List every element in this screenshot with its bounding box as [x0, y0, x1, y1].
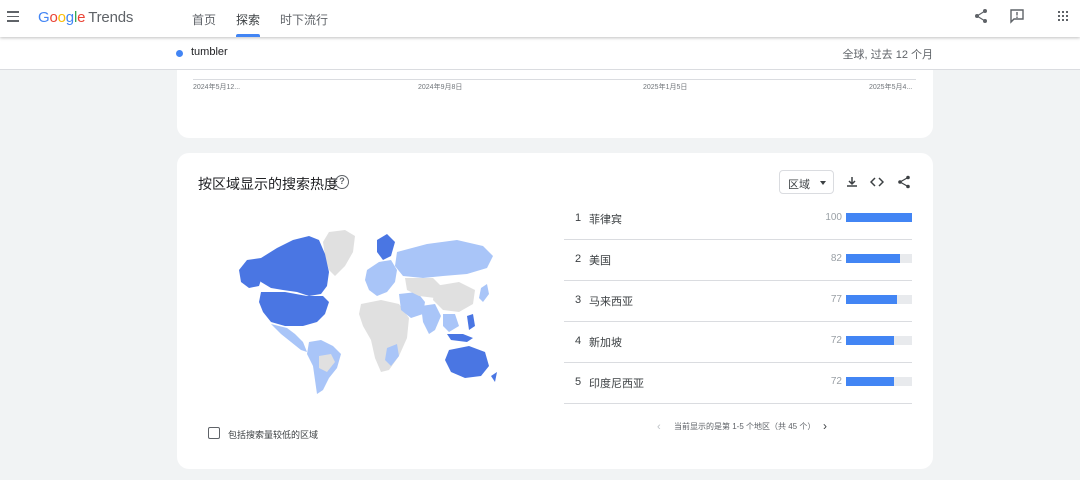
nav-trending-now[interactable]: 时下流行 — [280, 0, 328, 37]
chevron-left-icon[interactable]: ‹ — [657, 421, 665, 433]
main-nav: 首页 探索 时下流行 — [192, 0, 348, 37]
rank-number: 4 — [575, 335, 582, 347]
region-name[interactable]: 新加坡 — [589, 334, 622, 350]
timeline-x-label: 2024年5月12... — [193, 84, 241, 91]
map-region-japan[interactable] — [479, 284, 489, 302]
low-volume-checkbox[interactable] — [208, 427, 220, 439]
map-region-russia[interactable] — [395, 240, 493, 278]
region-name[interactable]: 马来西亚 — [589, 293, 633, 309]
map-region-australia[interactable] — [445, 346, 489, 378]
list-item[interactable]: 2 美国 82 — [564, 240, 912, 281]
embed-code-icon[interactable] — [870, 175, 884, 189]
help-circle-icon[interactable]: ? — [335, 175, 349, 189]
list-item[interactable]: 4 新加坡 72 — [564, 322, 912, 363]
list-item[interactable]: 3 马来西亚 77 — [564, 281, 912, 322]
score-bar-track — [846, 377, 912, 386]
ranking-pagination: ‹ 当前显示的是第 1-5 个地区（共 45 个） › — [653, 419, 843, 435]
share-icon[interactable] — [897, 175, 911, 189]
region-name[interactable]: 菲律宾 — [589, 211, 622, 227]
region-score: 72 — [830, 376, 842, 387]
map-region-philippines[interactable] — [467, 314, 475, 330]
map-region-india[interactable] — [421, 304, 441, 334]
logo-google-text: Google — [38, 9, 86, 26]
caret-down-icon — [820, 181, 826, 185]
menu-icon[interactable] — [7, 11, 20, 23]
comparison-bar: tumbler 全球, 过去 12 个月 — [0, 37, 1080, 70]
list-item[interactable]: 5 印度尼西亚 72 — [564, 363, 912, 404]
nav-explore[interactable]: 探索 — [236, 0, 261, 37]
score-bar-track — [846, 213, 912, 222]
map-region-canada[interactable] — [255, 236, 329, 296]
rank-number: 2 — [575, 253, 582, 265]
map-region-new-zealand[interactable] — [491, 372, 497, 382]
low-volume-label[interactable]: 包括搜索量较低的区域 — [228, 428, 318, 441]
timeline-x-label: 2025年1月5日 — [643, 84, 688, 91]
logo-trends-text: Trends — [88, 9, 134, 26]
download-icon[interactable] — [845, 175, 859, 189]
region-ranking-list: 1 菲律宾 100 2 美国 82 3 马来西亚 77 4 新加坡 72 5 印… — [564, 199, 912, 404]
map-region-europe[interactable] — [365, 260, 397, 296]
term-color-dot — [176, 50, 183, 57]
google-trends-logo[interactable]: Google Trends — [38, 9, 133, 26]
rank-number: 1 — [575, 212, 582, 224]
score-bar-fill — [846, 336, 894, 345]
map-region-mexico[interactable] — [271, 324, 307, 352]
list-item[interactable]: 1 菲律宾 100 — [564, 199, 912, 240]
score-bar-fill — [846, 213, 912, 222]
region-score: 100 — [825, 212, 842, 223]
region-score: 72 — [830, 335, 842, 346]
timeline-x-label: 2025年5月4... — [869, 84, 913, 91]
timeline-x-label: 2024年9月8日 — [418, 84, 463, 91]
top-app-bar: Google Trends 首页 探索 时下流行 — [0, 0, 1080, 37]
resolution-select[interactable]: 区域 — [779, 170, 834, 194]
feedback-icon[interactable] — [1009, 8, 1025, 24]
search-term-label[interactable]: tumbler — [191, 46, 228, 58]
region-score: 82 — [830, 253, 842, 264]
score-bar-track — [846, 254, 912, 263]
share-icon[interactable] — [973, 8, 989, 24]
score-bar-fill — [846, 254, 901, 263]
score-bar-fill — [846, 377, 894, 386]
apps-grid-icon[interactable] — [1055, 8, 1071, 24]
scope-label[interactable]: 全球, 过去 12 个月 — [843, 46, 933, 62]
region-card-title: 按区域显示的搜索热度 — [198, 176, 338, 192]
nav-home[interactable]: 首页 — [192, 0, 216, 37]
region-name[interactable]: 美国 — [589, 252, 611, 268]
map-region-africa[interactable] — [359, 300, 409, 372]
chevron-right-icon[interactable]: › — [823, 419, 831, 433]
map-region-usa[interactable] — [259, 292, 329, 326]
pagination-text: 当前显示的是第 1-5 个地区（共 45 个） — [674, 422, 816, 431]
world-map[interactable] — [237, 230, 499, 395]
rank-number: 3 — [575, 294, 582, 306]
interest-by-region-card: 按区域显示的搜索热度 ? 区域 包括搜索量较低的区域 1 菲律宾 100 2 美… — [177, 153, 933, 469]
map-region-indonesia[interactable] — [447, 334, 473, 342]
map-region-alaska[interactable] — [239, 258, 263, 288]
map-region-southeast-asia[interactable] — [443, 314, 459, 332]
resolution-select-value: 区域 — [788, 179, 810, 191]
map-region-china[interactable] — [433, 282, 475, 312]
rank-number: 5 — [575, 376, 582, 388]
map-region-scandinavia[interactable] — [377, 234, 395, 260]
timeline-axis — [193, 79, 916, 80]
score-bar-track — [846, 336, 912, 345]
score-bar-track — [846, 295, 912, 304]
region-name[interactable]: 印度尼西亚 — [589, 375, 644, 391]
score-bar-fill — [846, 295, 897, 304]
region-score: 77 — [830, 294, 842, 305]
